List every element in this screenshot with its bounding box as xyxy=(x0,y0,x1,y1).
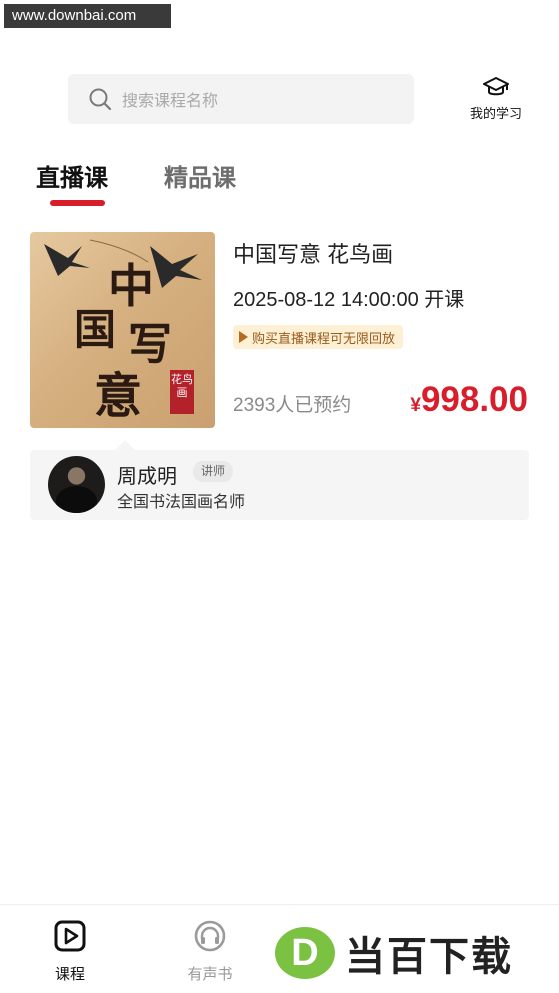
brand-watermark-logo: D 当百下载 xyxy=(275,924,555,982)
play-square-icon xyxy=(54,920,86,952)
teacher-name: 周成明 xyxy=(117,466,177,488)
my-study-label: 我的学习 xyxy=(469,106,522,121)
nav-item-audiobooks[interactable]: 有声书 xyxy=(180,919,240,984)
tab-live-courses[interactable]: 直播课 xyxy=(36,158,108,193)
avatar xyxy=(48,456,105,513)
course-cover-image[interactable]: 中 国 写 意 花鸟画 xyxy=(30,232,215,428)
my-study-button[interactable]: 我的学习 xyxy=(466,76,526,122)
course-start-time: 2025-08-12 14:00:00 开课 xyxy=(233,289,465,311)
reservation-count: 2393人已预约 xyxy=(233,395,352,416)
search-placeholder: 搜索课程名称 xyxy=(122,93,219,110)
cover-char-2: 国 xyxy=(74,305,117,354)
brand-logo-icon: D xyxy=(275,927,335,979)
nav-label-courses: 课程 xyxy=(54,966,85,983)
price-currency: ¥ xyxy=(410,395,421,416)
cover-seal: 花鸟画 xyxy=(170,370,194,414)
search-input[interactable]: 搜索课程名称 xyxy=(68,74,414,124)
active-tab-indicator xyxy=(50,200,105,206)
cover-char-4: 意 xyxy=(94,368,143,424)
headphones-icon xyxy=(194,920,226,952)
tab-premium-courses[interactable]: 精品课 xyxy=(164,158,236,193)
nav-item-courses[interactable]: 课程 xyxy=(40,919,100,984)
play-triangle-icon xyxy=(239,331,248,343)
teacher-description: 全国书法国画名师 xyxy=(117,494,246,511)
price-amount: 998.00 xyxy=(420,380,528,419)
brand-logo-text: 当百下载 xyxy=(345,934,513,980)
teacher-card[interactable]: 周成明 讲师 全国书法国画名师 xyxy=(30,440,529,520)
teacher-role-badge: 讲师 xyxy=(193,461,234,482)
graduation-cap-icon xyxy=(483,77,509,96)
replay-badge: 购买直播课程可无限回放 xyxy=(233,325,404,349)
course-title[interactable]: 中国写意 花鸟画 xyxy=(233,237,393,269)
course-price: ¥998.00 xyxy=(410,380,528,420)
search-icon xyxy=(89,88,112,111)
nav-label-audiobooks: 有声书 xyxy=(187,966,233,983)
replay-badge-text: 购买直播课程可无限回放 xyxy=(252,330,396,346)
site-watermark: www.downbai.com xyxy=(4,4,171,28)
